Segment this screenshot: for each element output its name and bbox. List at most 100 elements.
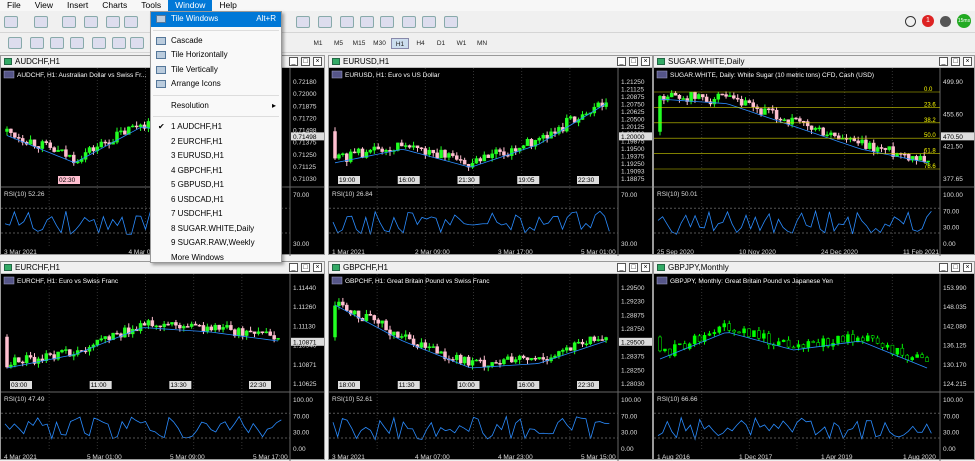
- window-list-item[interactable]: 3 EURUSD,H1: [151, 149, 281, 164]
- maximize-icon[interactable]: □: [629, 57, 638, 66]
- line-chart-icon[interactable]: [318, 16, 332, 28]
- crosshair-icon[interactable]: [30, 37, 44, 49]
- menu-view[interactable]: View: [28, 0, 60, 11]
- price-tick: 455.60: [943, 111, 963, 118]
- minimize-icon[interactable]: _: [939, 57, 948, 66]
- autoscroll-icon[interactable]: [402, 16, 416, 28]
- chart-title-bar[interactable]: GBPJPY,Monthly _ □ ×: [654, 262, 974, 274]
- close-icon[interactable]: ×: [313, 57, 322, 66]
- timeframe-h1[interactable]: H1: [391, 38, 409, 49]
- price-chart[interactable]: 1.295001.292301.288751.287501.286251.283…: [329, 274, 652, 461]
- one-click-trading-icon[interactable]: [656, 276, 668, 285]
- new-chart-icon[interactable]: [4, 16, 18, 28]
- chart-window-icon: [4, 58, 12, 65]
- chart-window-eurusd[interactable]: EURUSD,H1 _ □ × 1.21250 1.21125 1.20875 1.20750…: [328, 55, 653, 256]
- menu-window[interactable]: Window: [168, 0, 213, 11]
- window-list-item[interactable]: 6 USDCAD,H1: [151, 193, 281, 208]
- tile-horizontally-item[interactable]: Tile Horizontally: [151, 48, 281, 63]
- window-list-item[interactable]: 4 GBPCHF,H1: [151, 164, 281, 179]
- menu-charts[interactable]: Charts: [95, 0, 134, 11]
- maximize-icon[interactable]: □: [301, 57, 310, 66]
- chart-window-sugar-white[interactable]: SUGAR.WHITE,Daily _ □ × 499.90 455.60 421.50 37…: [653, 55, 975, 256]
- vertical-line-icon[interactable]: [50, 37, 64, 49]
- timeframe-m15[interactable]: M15: [350, 38, 368, 49]
- price-chart[interactable]: 1.212501.211251.208751.207501.206251.205…: [329, 68, 652, 256]
- window-list-item[interactable]: 2 EURCHF,H1: [151, 135, 281, 150]
- minimize-icon[interactable]: _: [289, 263, 298, 272]
- candle: [60, 149, 64, 151]
- one-click-trading-icon[interactable]: [331, 70, 343, 79]
- price-chart[interactable]: 499.90 455.60 421.50 377.65 470.50 100.00 70.0…: [654, 68, 974, 256]
- arrange-icons-item[interactable]: Arrange Icons: [151, 77, 281, 92]
- close-icon[interactable]: ×: [641, 57, 650, 66]
- minimize-icon[interactable]: _: [939, 263, 948, 272]
- chart-title-bar[interactable]: EURUSD,H1 _ □ ×: [329, 56, 652, 68]
- timeframe-h4[interactable]: H4: [412, 38, 430, 49]
- close-icon[interactable]: ×: [313, 263, 322, 272]
- market-watch-icon[interactable]: [62, 16, 76, 28]
- tester-icon[interactable]: [124, 16, 138, 28]
- zoom-out-icon[interactable]: [360, 16, 374, 28]
- cascade-item[interactable]: Cascade: [151, 34, 281, 49]
- timeframe-m30[interactable]: M30: [371, 38, 389, 49]
- zoom-in-icon[interactable]: [340, 16, 354, 28]
- close-icon[interactable]: ×: [963, 263, 972, 272]
- chart-window-eurchf[interactable]: EURCHF,H1 _ □ × 1.11440 1.11260 1.11130 1.10940…: [0, 261, 325, 461]
- minimize-icon[interactable]: _: [617, 57, 626, 66]
- timeframe-m5[interactable]: M5: [330, 38, 348, 49]
- menu-tools[interactable]: Tools: [134, 0, 168, 11]
- window-list-item[interactable]: 9 SUGAR.RAW,Weekly: [151, 236, 281, 251]
- timeframe-m1[interactable]: M1: [309, 38, 327, 49]
- window-list-item[interactable]: ✔ 1 AUDCHF,H1: [151, 120, 281, 135]
- trendline-icon[interactable]: [92, 37, 106, 49]
- maximize-icon[interactable]: □: [951, 263, 960, 272]
- resolution-item[interactable]: Resolution ▸: [151, 99, 281, 114]
- terminal-icon[interactable]: [106, 16, 120, 28]
- timeframe-d1[interactable]: D1: [432, 38, 450, 49]
- search-icon[interactable]: [905, 15, 916, 27]
- price-chart[interactable]: 1.114401.112601.111301.109401.108711.106…: [1, 274, 324, 461]
- timeframe-mn[interactable]: MN: [473, 38, 491, 49]
- rsi-line: [332, 210, 610, 235]
- window-list-item[interactable]: 5 GBPUSD,H1: [151, 178, 281, 193]
- one-click-trading-icon[interactable]: [331, 276, 343, 285]
- menu-file[interactable]: File: [0, 0, 28, 11]
- candles-icon[interactable]: [296, 16, 310, 28]
- maximize-icon[interactable]: □: [951, 57, 960, 66]
- more-windows-item[interactable]: More Windows: [151, 251, 281, 266]
- chart-window-gbpjpy[interactable]: GBPJPY,Monthly _ □ × 153.990 148.035 142.080 13…: [653, 261, 975, 461]
- maximize-icon[interactable]: □: [629, 263, 638, 272]
- indicators-icon[interactable]: [444, 16, 458, 28]
- menu-help[interactable]: Help: [212, 0, 243, 11]
- chart-title-bar[interactable]: SUGAR.WHITE,Daily _ □ ×: [654, 56, 974, 68]
- maximize-icon[interactable]: □: [301, 263, 310, 272]
- horizontal-line-icon[interactable]: [70, 37, 84, 49]
- navigator-icon[interactable]: [84, 16, 98, 28]
- one-click-trading-icon[interactable]: [3, 276, 15, 285]
- candle: [197, 324, 202, 327]
- notification-badge[interactable]: 1: [922, 15, 934, 27]
- chart-window-gbpchf[interactable]: GBPCHF,H1 _ □ × 1.29500 1.29230 1.28875 1.28750…: [328, 261, 653, 461]
- window-list-item[interactable]: 8 SUGAR.WHITE,Daily: [151, 222, 281, 237]
- minimize-icon[interactable]: _: [289, 57, 298, 66]
- one-click-trading-icon[interactable]: [3, 70, 15, 79]
- price-chart[interactable]: 153.990 148.035 142.080 136.125 130.170 124.2…: [654, 274, 974, 461]
- close-icon[interactable]: ×: [963, 57, 972, 66]
- tile-vertically-item[interactable]: Tile Vertically: [151, 63, 281, 78]
- menu-insert[interactable]: Insert: [60, 0, 95, 11]
- channel-icon[interactable]: [112, 37, 126, 49]
- chart-shift-icon[interactable]: [422, 16, 436, 28]
- window-list-item[interactable]: 7 USDCHF,H1: [151, 207, 281, 222]
- one-click-trading-icon[interactable]: [656, 70, 668, 79]
- close-icon[interactable]: ×: [641, 263, 650, 272]
- minimize-icon[interactable]: _: [617, 263, 626, 272]
- candle: [692, 335, 697, 345]
- fibonacci-icon[interactable]: [130, 37, 144, 49]
- timeframe-w1[interactable]: W1: [453, 38, 471, 49]
- chart-title-bar[interactable]: GBPCHF,H1 _ □ ×: [329, 262, 652, 274]
- profiles-icon[interactable]: [34, 16, 48, 28]
- tile-windows-item[interactable]: Tile Windows Alt+R: [151, 12, 281, 27]
- cursor-icon[interactable]: [8, 37, 22, 49]
- account-icon[interactable]: [940, 15, 951, 27]
- tile-icon[interactable]: [380, 16, 394, 28]
